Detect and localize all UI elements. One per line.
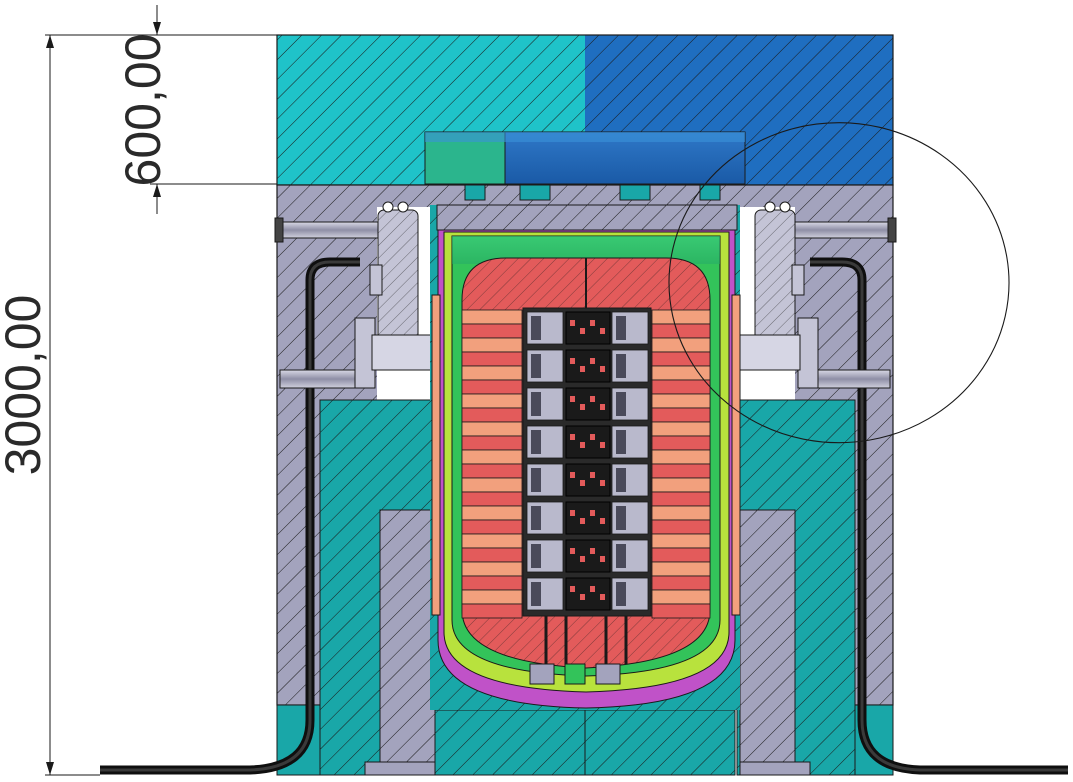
fuel-cell-slot: [616, 354, 626, 378]
fuel-cell-slot: [531, 316, 541, 340]
reflector-ring-right: [651, 477, 711, 493]
fuel-pin: [580, 328, 585, 334]
reflector-ring-right: [651, 505, 711, 521]
reflector-ring-right: [651, 519, 711, 535]
reflector-ring-right: [651, 365, 711, 381]
fuel-cell-slot: [616, 392, 626, 416]
fuel-cell-slot: [531, 430, 541, 454]
fuel-pin: [600, 594, 605, 600]
fuel-cell-slot: [616, 582, 626, 606]
fuel-cell-slot: [531, 506, 541, 530]
reflector-ring-left: [461, 589, 523, 605]
reflector-ring-left: [461, 603, 523, 619]
dimension-label-overall: 3000,00: [0, 295, 51, 476]
fuel-cell-slot: [531, 468, 541, 492]
reflector-ring-right: [651, 547, 711, 563]
reflector-ring-right: [651, 575, 711, 591]
fuel-pin: [570, 434, 575, 440]
reflector-ring-left: [461, 533, 523, 549]
fuel-pin: [600, 442, 605, 448]
fuel-pin: [580, 442, 585, 448]
fuel-pin: [590, 510, 595, 516]
reflector-ring-left: [461, 491, 523, 507]
fuel-pin: [600, 518, 605, 524]
fuel-pin: [570, 320, 575, 326]
fuel-pin: [590, 396, 595, 402]
reflector-ring-left: [461, 351, 523, 367]
reflector-ring-left: [461, 309, 523, 325]
reflector-ring-left: [461, 561, 523, 577]
fuel-pin: [600, 328, 605, 334]
fuel-cell-slot: [616, 316, 626, 340]
fuel-pin: [570, 358, 575, 364]
fuel-pin: [570, 586, 575, 592]
reflector-ring-left: [461, 575, 523, 591]
reflector-ring-right: [651, 603, 711, 619]
reflector-ring-left: [461, 477, 523, 493]
fuel-pin: [580, 594, 585, 600]
reflector-ring-left: [461, 365, 523, 381]
fuel-pin: [570, 510, 575, 516]
fuel-pin: [580, 366, 585, 372]
fuel-cell-slot: [616, 506, 626, 530]
fuel-pin: [570, 396, 575, 402]
fuel-cell-slot: [616, 430, 626, 454]
fuel-pin: [570, 472, 575, 478]
reflector-ring-left: [461, 421, 523, 437]
fuel-cell-slot: [531, 582, 541, 606]
reflector-ring-right: [651, 435, 711, 451]
fuel-pin: [580, 480, 585, 486]
fuel-pin: [590, 472, 595, 478]
top-shield-block: [276, 34, 894, 186]
fuel-cell-slot: [531, 392, 541, 416]
reflector-ring-right: [651, 491, 711, 507]
fuel-pin: [590, 586, 595, 592]
reflector-ring-right: [651, 407, 711, 423]
reflector-ring-left: [461, 379, 523, 395]
reflector-ring-right: [651, 393, 711, 409]
reflector-ring-left: [461, 519, 523, 535]
fuel-pin: [590, 358, 595, 364]
fuel-pin: [580, 404, 585, 410]
reflector-ring-left: [461, 547, 523, 563]
fuel-pin: [580, 556, 585, 562]
fuel-pin: [590, 548, 595, 554]
fuel-pin: [600, 366, 605, 372]
fuel-pin: [590, 320, 595, 326]
reflector-ring-right: [651, 323, 711, 339]
reflector-ring-left: [461, 393, 523, 409]
reflector-ring-right: [651, 533, 711, 549]
reflector-ring-left: [461, 435, 523, 451]
reflector-ring-left: [461, 463, 523, 479]
reflector-ring-right: [651, 449, 711, 465]
fuel-cell-slot: [616, 468, 626, 492]
fuel-pin: [600, 404, 605, 410]
reflector-ring-right: [651, 337, 711, 353]
fuel-pin: [600, 480, 605, 486]
fuel-pin: [590, 434, 595, 440]
reflector-ring-right: [651, 589, 711, 605]
fuel-assembly-column: [522, 307, 652, 664]
fuel-cell-slot: [531, 354, 541, 378]
reactor-cross-section-drawing: 3000,00 600,00: [0, 5, 1068, 776]
fuel-pin: [600, 556, 605, 562]
reflector-ring-right: [651, 561, 711, 577]
fuel-cell-slot: [531, 544, 541, 568]
fuel-pin: [580, 518, 585, 524]
reflector-ring-right: [651, 463, 711, 479]
reflector-ring-left: [461, 407, 523, 423]
reflector-ring-right: [651, 421, 711, 437]
reflector-ring-left: [461, 337, 523, 353]
dimension-label-top: 600,00: [115, 34, 171, 187]
fuel-pin: [570, 548, 575, 554]
reflector-ring-right: [651, 351, 711, 367]
reflector-ring-left: [461, 449, 523, 465]
reflector-ring-right: [651, 309, 711, 325]
reflector-ring-left: [461, 323, 523, 339]
reflector-ring-right: [651, 379, 711, 395]
reflector-ring-left: [461, 505, 523, 521]
fuel-cell-slot: [616, 544, 626, 568]
